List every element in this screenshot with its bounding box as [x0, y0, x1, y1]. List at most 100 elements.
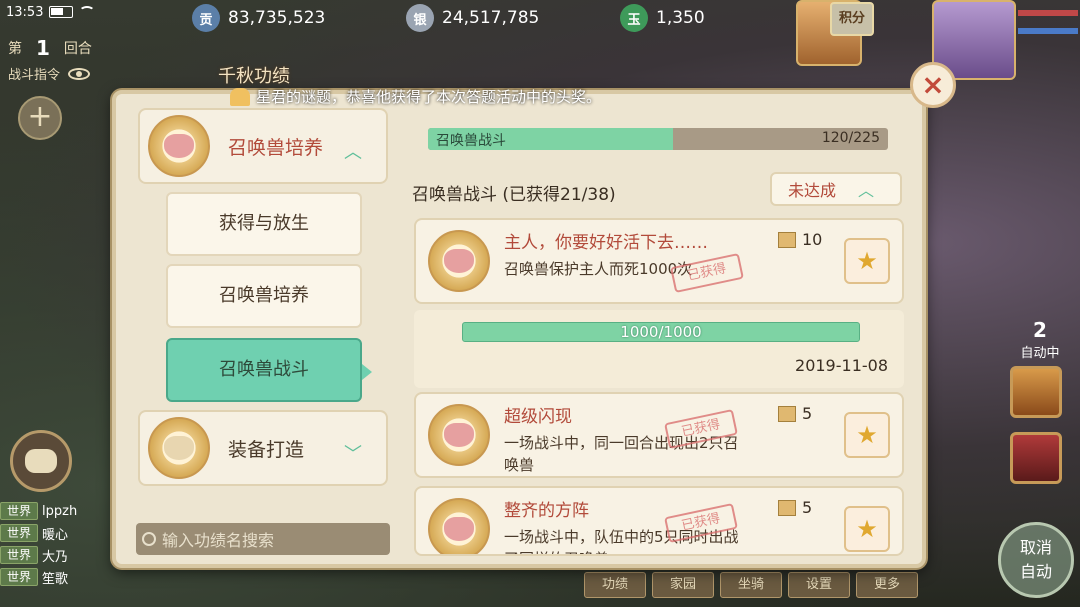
search-placeholder: 输入功绩名搜索 — [162, 531, 275, 550]
bottom-menu: 功绩 家园 坐骑 设置 更多 — [584, 572, 918, 598]
achievement-title: 超级闪现 — [504, 407, 572, 427]
achievement-card[interactable]: 整齐的方阵 一场战斗中，队伍中的5只同时出战了同样的召唤兽 5 已获得 ★ — [414, 486, 904, 556]
auto-label: 自动中 — [1020, 346, 1060, 361]
category-pet-training[interactable]: 召唤兽培养 ︿ — [138, 108, 388, 184]
chevron-down-icon: ﹀ — [344, 444, 362, 465]
wifi-icon — [79, 6, 96, 18]
menu-more-button[interactable]: 更多 — [856, 572, 918, 598]
silver-value: 24,517,785 — [442, 8, 540, 28]
menu-settings-button[interactable]: 设置 — [788, 572, 850, 598]
silver-ingot-icon: 银 — [406, 4, 434, 32]
chat-text: 笙歌 — [42, 571, 69, 587]
achievement-title: 整齐的方阵 — [504, 501, 589, 521]
status-filter-label: 未达成 — [788, 181, 837, 200]
battle-command-label: 战斗指令 — [8, 68, 61, 83]
star-reward-icon[interactable]: ★ — [844, 238, 890, 284]
round-number: 1 — [36, 36, 50, 60]
currency-jade[interactable]: 玉 1,350 — [620, 4, 705, 32]
broadcast-notice: 星君的谜题，恭喜他获得了本次答题活动中的头奖。 — [230, 86, 601, 107]
category-equipment-crafting[interactable]: 装备打造 ﹀ — [138, 410, 388, 486]
status-filter-button[interactable]: 未达成 ︿ — [770, 172, 902, 206]
chat-text: 大乃 — [42, 549, 69, 565]
achievement-search[interactable]: 输入功绩名搜索 — [136, 523, 390, 555]
category-sidebar: 召唤兽培养 ︿ 获得与放生 召唤兽培养 召唤兽战斗 装备打造 ﹀ — [138, 108, 388, 568]
scroll-icon — [778, 405, 796, 422]
bell-icon — [230, 87, 250, 106]
achievement-card[interactable]: 主人，你要好好活下去…… 召唤兽保护主人而死1000次 10 已获得 ★ — [414, 218, 904, 304]
subitem-obtain-release[interactable]: 获得与放生 — [166, 192, 362, 256]
subitem-pet-training[interactable]: 召唤兽培养 — [166, 264, 362, 328]
category-progress-bar: 召唤兽战斗 120/225 — [428, 128, 888, 150]
chat-text: lppzh — [42, 503, 78, 519]
achievement-title: 主人，你要好好活下去…… — [504, 233, 708, 253]
points-value: 5 — [802, 498, 813, 517]
pet-badge-icon — [428, 498, 490, 554]
mp-bar — [1018, 28, 1078, 34]
achievement-card[interactable]: 超级闪现 一场战斗中，同一回合出现出2只召唤兽 5 已获得 ★ — [414, 392, 904, 478]
round-suffix: 回合 — [63, 41, 92, 57]
achievement-points: 5 — [778, 498, 812, 517]
menu-home-button[interactable]: 家园 — [652, 572, 714, 598]
points-value: 5 — [802, 404, 813, 423]
auto-count: 2 — [1033, 318, 1047, 342]
auto-battle-indicator: 2 自动中 — [1010, 318, 1070, 361]
subitem-pet-battle[interactable]: 召唤兽战斗 — [166, 338, 362, 402]
channel-tag: 世界 — [0, 502, 39, 520]
chat-button[interactable] — [10, 430, 72, 492]
category-label: 装备打造 — [228, 438, 305, 461]
detail-progress-bar: 1000/1000 — [462, 322, 860, 342]
points-value: 10 — [802, 230, 823, 249]
menu-mount-button[interactable]: 坐骑 — [720, 572, 782, 598]
achievement-points: 5 — [778, 404, 812, 423]
cancel-auto-line2: 自动 — [1019, 562, 1052, 581]
skill-button-attack[interactable] — [1010, 366, 1062, 418]
chevron-up-icon: ︿ — [858, 181, 875, 200]
chevron-up-icon: ︿ — [344, 142, 362, 163]
close-button[interactable]: × — [910, 62, 956, 108]
battle-command[interactable]: 战斗指令 — [8, 64, 91, 83]
battery-icon — [49, 6, 74, 18]
scroll-icon — [778, 499, 796, 516]
pet-badge-icon — [428, 404, 490, 466]
section-title: 召唤兽战斗 (已获得21/38) — [412, 185, 616, 205]
round-indicator: 第 1 回合 — [8, 36, 92, 60]
category-label: 召唤兽培养 — [228, 136, 324, 159]
equipment-badge-icon — [148, 417, 210, 479]
search-icon — [142, 532, 156, 546]
pet-badge-icon — [148, 115, 210, 177]
hp-bar — [1018, 10, 1078, 16]
star-reward-icon[interactable]: ★ — [844, 506, 890, 552]
currency-contribution: 贡 83,735,523 — [192, 4, 325, 32]
channel-tag: 世界 — [0, 524, 39, 542]
round-prefix: 第 — [8, 41, 22, 57]
pet-badge-icon — [428, 230, 490, 292]
progress-count: 120/225 — [821, 130, 880, 146]
score-badge[interactable]: 积分 — [830, 2, 874, 36]
chat-row: 世界 笙歌 — [0, 566, 160, 588]
cancel-auto-button[interactable]: 取消 自动 — [998, 522, 1074, 598]
close-icon: × — [921, 68, 945, 101]
jade-value: 1,350 — [656, 8, 705, 28]
cancel-auto-line1: 取消 — [1019, 538, 1052, 557]
notice-text: 星君的谜题，恭喜他获得了本次答题活动中的头奖。 — [256, 88, 602, 106]
achievement-points: 10 — [778, 230, 822, 249]
skill-button-defend[interactable] — [1010, 432, 1062, 484]
silver-coin-icon: 贡 — [192, 4, 220, 32]
progress-label: 召唤兽战斗 — [436, 133, 506, 149]
achievement-detail: 1000/1000 2019-11-08 — [414, 310, 904, 388]
chat-text: 暖心 — [42, 527, 69, 543]
jade-icon: 玉 — [620, 4, 648, 32]
channel-tag: 世界 — [0, 546, 39, 564]
chat-bubble-icon — [25, 449, 57, 473]
panel-title: 千秋功绩 — [218, 66, 290, 87]
status-bar: 13:53 — [0, 0, 170, 24]
active-pointer — [362, 364, 372, 380]
add-button[interactable]: + — [18, 96, 62, 140]
eye-icon[interactable] — [68, 67, 91, 80]
menu-achievements-button[interactable]: 功绩 — [584, 572, 646, 598]
channel-tag: 世界 — [0, 568, 39, 586]
scroll-icon — [778, 231, 796, 248]
completion-date: 2019-11-08 — [795, 356, 888, 375]
currency-silver[interactable]: 银 24,517,785 — [406, 4, 539, 32]
star-reward-icon[interactable]: ★ — [844, 412, 890, 458]
